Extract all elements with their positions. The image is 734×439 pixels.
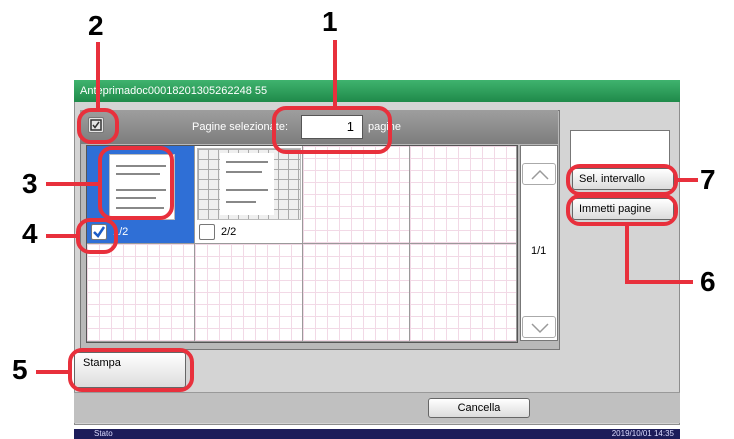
leader-line-6b <box>625 280 693 284</box>
empty-cell <box>195 244 303 342</box>
leader-line-7 <box>676 178 698 182</box>
page-label: 2/2 <box>221 226 237 238</box>
callout-number-6: 6 <box>700 266 716 297</box>
empty-cell <box>87 244 195 342</box>
clock: 2019/10/01 14:35 <box>611 429 674 438</box>
callout-highlight-2 <box>77 108 119 144</box>
callout-number-4: 4 <box>22 218 38 249</box>
page-thumbnail-cell[interactable]: 2/2 <box>195 146 303 244</box>
leader-line-4 <box>46 234 78 238</box>
footer-bar <box>74 392 680 423</box>
cancel-button[interactable]: Cancella <box>428 398 530 418</box>
chevron-up-icon <box>531 169 549 180</box>
callout-number-2: 2 <box>88 10 104 41</box>
callout-highlight-1 <box>272 106 392 154</box>
page-down-button[interactable] <box>522 316 556 338</box>
window-title: Anteprimadoc00018201305262248 55 <box>74 80 680 102</box>
callout-highlight-3 <box>98 146 174 220</box>
leader-line-5 <box>36 370 70 374</box>
callout-number-1: 1 <box>322 6 338 37</box>
leader-line-1 <box>333 40 337 108</box>
empty-cell <box>303 146 410 244</box>
leader-line-2 <box>96 42 100 110</box>
callout-highlight-5 <box>68 348 194 392</box>
page-2-checkbox[interactable] <box>199 224 215 240</box>
page-indicator: 1/1 <box>531 245 547 257</box>
status-label: Stato <box>94 429 113 438</box>
page-thumbnail <box>197 148 301 220</box>
callout-highlight-7 <box>566 164 678 196</box>
callout-number-7: 7 <box>700 164 716 195</box>
empty-cell <box>410 244 517 342</box>
callout-number-5: 5 <box>12 354 28 385</box>
empty-cell <box>410 146 517 244</box>
page-up-button[interactable] <box>522 163 556 185</box>
status-bar: Stato 2019/10/01 14:35 <box>74 429 680 439</box>
empty-cell <box>303 244 410 342</box>
callout-highlight-4 <box>76 218 118 254</box>
chevron-down-icon <box>531 323 549 334</box>
leader-line-6a <box>625 224 629 282</box>
leader-line-3 <box>46 182 100 186</box>
callout-number-3: 3 <box>22 168 38 199</box>
callout-highlight-6 <box>566 194 678 226</box>
